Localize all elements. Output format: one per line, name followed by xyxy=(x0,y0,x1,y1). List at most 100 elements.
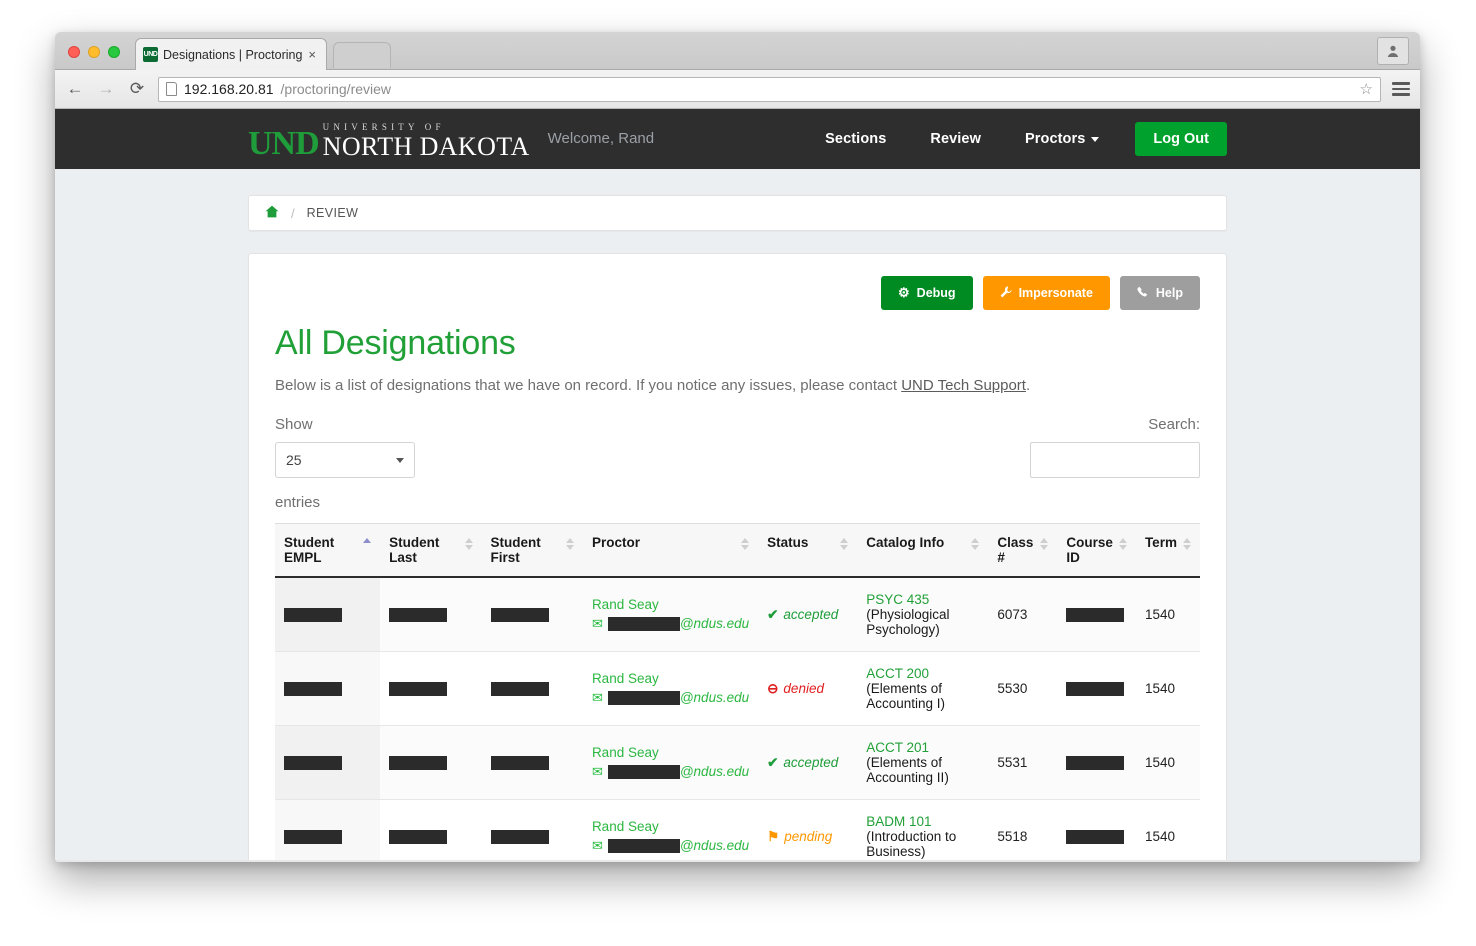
table-row[interactable]: Rand Seay ✉ @ndus.edu ⊖ denied ACCT 200 (E… xyxy=(275,651,1200,726)
help-button[interactable]: Help xyxy=(1119,276,1200,310)
tech-support-link[interactable]: UND Tech Support xyxy=(901,377,1026,394)
breadcrumb-current: REVIEW xyxy=(306,206,359,220)
site-navbar: UND UNIVERSITY OF NORTH DAKOTA Welcome, … xyxy=(55,109,1420,169)
column-label: Catalog Info xyxy=(866,535,945,550)
sort-icon xyxy=(971,535,980,550)
flag-icon: ⚑ xyxy=(767,828,780,844)
envelope-icon: ✉ xyxy=(591,690,603,705)
envelope-icon: ✉ xyxy=(591,616,603,631)
table-row[interactable]: Rand Seay ✉ @ndus.edu ✔ accepted ACCT 201 … xyxy=(275,725,1200,800)
proctor-email[interactable]: ✉ @ndus.edu xyxy=(592,764,749,780)
browser-tab[interactable]: UND Designations | Proctoring | × xyxy=(135,38,327,70)
search-control: Search: xyxy=(1030,416,1200,478)
status-label: pending xyxy=(784,828,833,844)
redacted-value xyxy=(284,682,342,697)
page-viewport: UND UNIVERSITY OF NORTH DAKOTA Welcome, … xyxy=(55,109,1420,860)
minimize-window-button[interactable] xyxy=(88,46,100,58)
logout-button[interactable]: Log Out xyxy=(1135,122,1227,156)
cell-student-empl xyxy=(275,651,381,726)
close-window-button[interactable] xyxy=(68,46,80,58)
column-header-status[interactable]: Status xyxy=(758,523,858,578)
reload-icon[interactable]: ⟳ xyxy=(127,79,147,99)
wrench-icon xyxy=(1000,285,1012,301)
cell-class-number: 6073 xyxy=(988,577,1058,652)
page-title: All Designations xyxy=(275,324,516,362)
browser-menu-icon[interactable] xyxy=(1392,82,1410,96)
proctor-name[interactable]: Rand Seay xyxy=(592,819,749,834)
column-header-student-empl[interactable]: Student EMPL xyxy=(275,523,381,578)
close-tab-icon[interactable]: × xyxy=(305,47,319,62)
catalog-code[interactable]: ACCT 201 xyxy=(866,740,979,755)
column-label: Class # xyxy=(997,535,1034,565)
catalog-code[interactable]: ACCT 200 xyxy=(866,666,979,681)
redacted-value xyxy=(490,608,549,623)
sort-icon xyxy=(840,535,849,550)
redacted-value xyxy=(490,682,549,697)
new-tab-button[interactable] xyxy=(333,42,391,68)
column-header-catalog-info[interactable]: Catalog Info xyxy=(857,523,989,578)
redacted-value xyxy=(1066,756,1125,771)
column-header-proctor[interactable]: Proctor xyxy=(582,523,759,578)
welcome-message: Welcome, Rand xyxy=(547,129,655,147)
table-row[interactable]: Rand Seay ✉ @ndus.edu ✔ accepted PSYC 435 … xyxy=(275,577,1200,652)
envelope-icon: ✉ xyxy=(591,764,603,779)
proctor-name[interactable]: Rand Seay xyxy=(592,671,749,686)
chevron-down-icon xyxy=(1091,136,1100,142)
catalog-code[interactable]: PSYC 435 xyxy=(866,592,979,607)
cell-student-first xyxy=(481,725,583,800)
redacted-value xyxy=(490,830,549,845)
cell-student-first xyxy=(481,577,583,652)
profile-avatar-icon[interactable] xyxy=(1377,37,1409,65)
proctor-email[interactable]: ✉ @ndus.edu xyxy=(592,616,749,632)
proctor-email[interactable]: ✉ @ndus.edu xyxy=(592,690,749,706)
denied-icon: ⊖ xyxy=(767,680,779,696)
gear-icon: ⚙ xyxy=(898,285,910,300)
sort-icon xyxy=(1040,535,1049,550)
search-input[interactable] xyxy=(1030,442,1200,478)
column-header-course-id[interactable]: Course ID xyxy=(1057,523,1136,578)
cell-catalog-info: ACCT 200 (Elements of Accounting I) xyxy=(857,651,989,726)
redacted-value xyxy=(284,830,342,845)
browser-toolbar: ← → ⟳ 192.168.20.81/proctoring/review ☆ xyxy=(55,70,1420,109)
catalog-code[interactable]: BADM 101 xyxy=(866,814,979,829)
und-logo[interactable]: UND UNIVERSITY OF NORTH DAKOTA xyxy=(248,118,530,161)
nav-item-sections[interactable]: Sections xyxy=(803,131,908,147)
cell-student-first xyxy=(481,651,583,726)
proctor-name[interactable]: Rand Seay xyxy=(592,597,749,612)
forward-icon[interactable]: → xyxy=(96,79,116,99)
column-header-term[interactable]: Term xyxy=(1135,523,1200,578)
column-header-student-last[interactable]: Student Last xyxy=(380,523,482,578)
proctor-email[interactable]: ✉ @ndus.edu xyxy=(592,838,749,854)
email-domain: @ndus.edu xyxy=(679,616,750,631)
impersonate-button[interactable]: Impersonate xyxy=(982,276,1110,310)
column-header-student-first[interactable]: Student First xyxy=(481,523,583,578)
logo-line-1: UNIVERSITY OF xyxy=(322,122,445,132)
debug-button[interactable]: ⚙ Debug xyxy=(881,276,973,310)
home-icon[interactable] xyxy=(265,205,279,221)
url-host: 192.168.20.81 xyxy=(184,81,274,97)
proctor-name[interactable]: Rand Seay xyxy=(592,745,749,760)
redacted-value xyxy=(607,617,680,632)
redacted-value xyxy=(1066,830,1125,845)
address-bar[interactable]: 192.168.20.81/proctoring/review ☆ xyxy=(158,76,1381,102)
catalog-name: (Elements of Accounting I) xyxy=(866,681,946,711)
table-row[interactable]: Rand Seay ✉ @ndus.edu ⚑ pending BADM 101 (… xyxy=(275,799,1200,860)
nav-item-review[interactable]: Review xyxy=(908,131,1003,147)
bookmark-star-icon[interactable]: ☆ xyxy=(1360,80,1373,98)
cell-class-number: 5518 xyxy=(988,799,1058,860)
sort-icon xyxy=(1183,535,1191,550)
page-length-select[interactable]: 25 xyxy=(275,442,415,478)
back-icon[interactable]: ← xyxy=(65,79,85,99)
cell-proctor: Rand Seay ✉ @ndus.edu xyxy=(582,577,759,652)
show-entries-control: Show 25 entries xyxy=(275,416,415,511)
nav-item-proctors[interactable]: Proctors xyxy=(1003,131,1121,147)
maximize-window-button[interactable] xyxy=(108,46,120,58)
page-description: Below is a list of designations that we … xyxy=(275,377,1200,394)
cell-catalog-info: PSYC 435 (Physiological Psychology) xyxy=(857,577,989,652)
column-header-class-number[interactable]: Class # xyxy=(988,523,1058,578)
email-domain: @ndus.edu xyxy=(679,690,750,705)
cell-term: 1540 xyxy=(1135,577,1200,652)
table-header: Student EMPL Student Last Student First … xyxy=(275,523,1200,578)
window-controls xyxy=(68,46,120,58)
cell-course-id xyxy=(1057,577,1136,652)
